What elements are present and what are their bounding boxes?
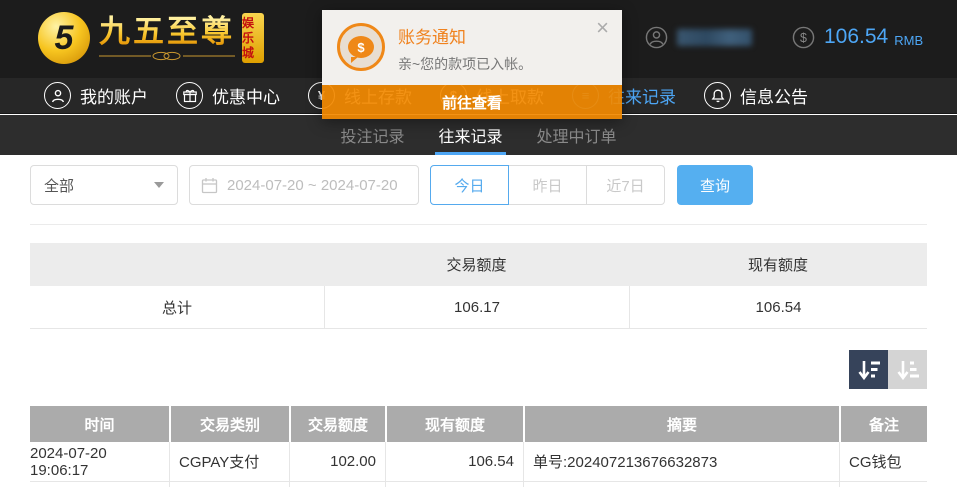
dollar-bubble-icon: $	[348, 36, 374, 58]
summary-col-balance: 现有额度	[629, 243, 927, 286]
username-redacted[interactable]	[677, 29, 752, 46]
money-notification-icon: $	[337, 23, 385, 71]
divider	[30, 224, 927, 225]
sort-controls	[30, 350, 927, 389]
cell-amount: 102.00	[289, 442, 385, 482]
bell-icon	[704, 82, 731, 109]
notification-action-button[interactable]: 前往查看	[322, 85, 622, 119]
quick-7days-button[interactable]: 近7日	[586, 165, 665, 205]
sort-ascending-button[interactable]	[888, 350, 927, 389]
category-selected-value: 全部	[44, 175, 74, 196]
gift-icon	[176, 82, 203, 109]
table-row-partial	[30, 482, 927, 487]
user-area: $ 106.54 RMB	[645, 25, 923, 49]
table-header-row: 时间 交易类别 交易额度 现有额度 摘要 备注	[30, 406, 927, 442]
svg-text:$: $	[800, 30, 807, 44]
currency-label: RMB	[894, 27, 923, 48]
notification-popup: $ 账务通知 亲~您的款项已入帐。 × 前往查看	[322, 10, 622, 119]
nav-item-promotions[interactable]: 优惠中心	[176, 82, 280, 109]
summary-total-balance: 106.54	[629, 286, 927, 328]
page: 5 九五至尊 娱乐城 $ 1	[0, 0, 957, 487]
quick-yesterday-button[interactable]: 昨日	[508, 165, 587, 205]
brand-name: 九五至尊	[99, 15, 235, 49]
notification-title: 账务通知	[398, 23, 466, 48]
user-icon	[44, 82, 71, 109]
cell-note: CG钱包	[839, 442, 927, 482]
tab-bet-records[interactable]: 投注记录	[337, 115, 407, 155]
search-button[interactable]: 查询	[677, 165, 753, 205]
brand-badge: 娱乐城	[242, 13, 264, 63]
summary-col-amount: 交易额度	[324, 243, 629, 286]
sort-desc-icon	[856, 357, 882, 383]
balance-amount[interactable]: 106.54	[824, 25, 888, 49]
notification-body: $ 账务通知 亲~您的款项已入帐。 ×	[322, 10, 622, 85]
close-icon[interactable]: ×	[596, 17, 609, 39]
nav-label: 信息公告	[740, 83, 808, 108]
summary-col-empty	[30, 243, 324, 286]
nav-item-my-account[interactable]: 我的账户	[44, 82, 148, 109]
filter-row: 全部 2024-07-20 ~ 2024-07-20 今日 昨日 近7日 查询	[30, 165, 927, 205]
cell-summary: 单号:202407213676632873	[523, 442, 839, 482]
quick-today-button[interactable]: 今日	[430, 165, 509, 205]
col-balance: 现有额度	[385, 406, 523, 442]
summary-total-row: 总计 106.17 106.54	[30, 286, 927, 329]
col-category: 交易类别	[169, 406, 289, 442]
tab-transaction-records[interactable]: 往来记录	[435, 115, 505, 155]
col-summary: 摘要	[523, 406, 839, 442]
col-note: 备注	[839, 406, 927, 442]
sort-asc-icon	[895, 357, 921, 383]
quick-range-group: 今日 昨日 近7日	[430, 165, 665, 205]
coin-icon: $	[792, 26, 815, 49]
summary-total-amount: 106.17	[324, 286, 629, 328]
nav-item-announcements[interactable]: 信息公告	[704, 82, 808, 109]
chevron-down-icon	[154, 182, 164, 188]
date-range-value: 2024-07-20 ~ 2024-07-20	[227, 177, 398, 194]
logo-flourish	[99, 51, 235, 61]
calendar-icon	[201, 177, 218, 194]
logo-95-icon: 5	[38, 12, 90, 64]
sub-nav: 投注记录 往来记录 处理中订单	[0, 115, 957, 155]
date-range-input[interactable]: 2024-07-20 ~ 2024-07-20	[189, 165, 419, 205]
nav-label: 我的账户	[80, 83, 148, 108]
col-amount: 交易额度	[289, 406, 385, 442]
table-row: 2024-07-20 19:06:17 CGPAY支付 102.00 106.5…	[30, 442, 927, 482]
avatar-icon[interactable]	[645, 26, 668, 49]
nav-label: 优惠中心	[212, 83, 280, 108]
cell-category: CGPAY支付	[169, 442, 289, 482]
notification-message: 亲~您的款项已入帐。	[398, 54, 532, 74]
sort-descending-button[interactable]	[849, 350, 888, 389]
summary-total-label: 总计	[30, 286, 324, 328]
summary-table: 交易额度 现有额度 总计 106.17 106.54	[30, 243, 927, 329]
tab-pending-orders[interactable]: 处理中订单	[534, 115, 620, 155]
category-select[interactable]: 全部	[30, 165, 178, 205]
summary-header: 交易额度 现有额度	[30, 243, 927, 286]
content: 全部 2024-07-20 ~ 2024-07-20 今日 昨日 近7日 查询	[0, 155, 957, 487]
site-logo[interactable]: 5 九五至尊 娱乐城	[38, 12, 264, 64]
transactions-table: 时间 交易类别 交易额度 现有额度 摘要 备注 2024-07-20 19:06…	[30, 406, 927, 487]
col-time: 时间	[30, 406, 169, 442]
cell-time: 2024-07-20 19:06:17	[30, 442, 169, 482]
cell-balance: 106.54	[385, 442, 523, 482]
